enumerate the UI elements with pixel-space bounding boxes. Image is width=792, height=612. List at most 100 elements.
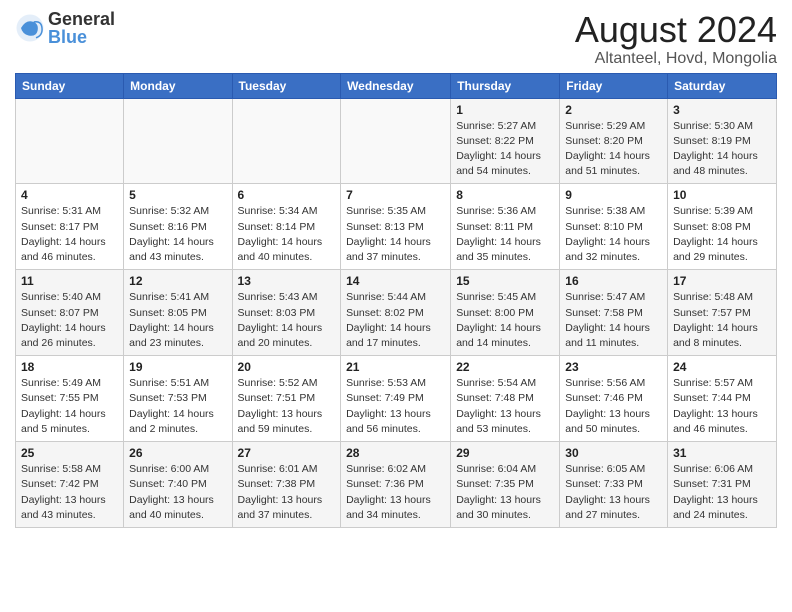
day-info: Sunrise: 6:02 AMSunset: 7:36 PMDaylight:… <box>346 462 445 523</box>
day-info: Sunrise: 5:31 AMSunset: 8:17 PMDaylight:… <box>21 204 118 265</box>
day-number: 4 <box>21 188 118 202</box>
day-info: Sunrise: 5:48 AMSunset: 7:57 PMDaylight:… <box>673 290 771 351</box>
calendar-week-1: 4 Sunrise: 5:31 AMSunset: 8:17 PMDaylight… <box>16 184 777 270</box>
day-number: 15 <box>456 274 554 288</box>
calendar-cell: 9 Sunrise: 5:38 AMSunset: 8:10 PMDaylight… <box>560 184 668 270</box>
day-number: 27 <box>238 446 336 460</box>
header-wednesday: Wednesday <box>341 73 451 98</box>
header-friday: Friday <box>560 73 668 98</box>
day-number: 7 <box>346 188 445 202</box>
title-block: August 2024 Altanteel, Hovd, Mongolia <box>575 10 777 68</box>
day-info: Sunrise: 6:05 AMSunset: 7:33 PMDaylight:… <box>565 462 662 523</box>
calendar-cell: 19 Sunrise: 5:51 AMSunset: 7:53 PMDayligh… <box>124 356 232 442</box>
day-number: 2 <box>565 103 662 117</box>
logo-icon <box>15 13 45 43</box>
calendar-week-0: 1 Sunrise: 5:27 AMSunset: 8:22 PMDaylight… <box>16 98 777 184</box>
day-info: Sunrise: 5:54 AMSunset: 7:48 PMDaylight:… <box>456 376 554 437</box>
day-info: Sunrise: 6:06 AMSunset: 7:31 PMDaylight:… <box>673 462 771 523</box>
calendar-cell: 27 Sunrise: 6:01 AMSunset: 7:38 PMDayligh… <box>232 442 341 528</box>
logo-blue: Blue <box>48 28 115 46</box>
day-info: Sunrise: 5:40 AMSunset: 8:07 PMDaylight:… <box>21 290 118 351</box>
day-number: 1 <box>456 103 554 117</box>
day-number: 25 <box>21 446 118 460</box>
day-number: 23 <box>565 360 662 374</box>
calendar-table: Sunday Monday Tuesday Wednesday Thursday… <box>15 73 777 528</box>
day-info: Sunrise: 5:27 AMSunset: 8:22 PMDaylight:… <box>456 119 554 180</box>
day-number: 28 <box>346 446 445 460</box>
day-number: 20 <box>238 360 336 374</box>
day-info: Sunrise: 5:35 AMSunset: 8:13 PMDaylight:… <box>346 204 445 265</box>
calendar-week-3: 18Sunrise: 5:49 AMSunset: 7:55 PMDayligh… <box>16 356 777 442</box>
day-number: 10 <box>673 188 771 202</box>
day-info: Sunrise: 5:34 AMSunset: 8:14 PMDaylight:… <box>238 204 336 265</box>
calendar-cell: 20 Sunrise: 5:52 AMSunset: 7:51 PMDayligh… <box>232 356 341 442</box>
day-number: 13 <box>238 274 336 288</box>
day-info: Sunrise: 5:56 AMSunset: 7:46 PMDaylight:… <box>565 376 662 437</box>
day-number: 14 <box>346 274 445 288</box>
calendar-cell: 15 Sunrise: 5:45 AMSunset: 8:00 PMDayligh… <box>451 270 560 356</box>
day-info: Sunrise: 5:32 AMSunset: 8:16 PMDaylight:… <box>129 204 226 265</box>
day-info: Sunrise: 5:43 AMSunset: 8:03 PMDaylight:… <box>238 290 336 351</box>
day-info: Sunrise: 6:01 AMSunset: 7:38 PMDaylight:… <box>238 462 336 523</box>
day-info: Sunrise: 5:58 AMSunset: 7:42 PMDaylight:… <box>21 462 118 523</box>
day-info: Sunrise: 5:36 AMSunset: 8:11 PMDaylight:… <box>456 204 554 265</box>
day-number: 22 <box>456 360 554 374</box>
calendar-cell: 16 Sunrise: 5:47 AMSunset: 7:58 PMDayligh… <box>560 270 668 356</box>
calendar-cell <box>124 98 232 184</box>
calendar-cell: 7 Sunrise: 5:35 AMSunset: 8:13 PMDaylight… <box>341 184 451 270</box>
calendar-cell: 12Sunrise: 5:41 AMSunset: 8:05 PMDayligh… <box>124 270 232 356</box>
day-info: Sunrise: 5:41 AMSunset: 8:05 PMDaylight:… <box>129 290 226 351</box>
day-number: 31 <box>673 446 771 460</box>
header-thursday: Thursday <box>451 73 560 98</box>
day-info: Sunrise: 5:52 AMSunset: 7:51 PMDaylight:… <box>238 376 336 437</box>
calendar-week-4: 25 Sunrise: 5:58 AMSunset: 7:42 PMDayligh… <box>16 442 777 528</box>
day-info: Sunrise: 5:29 AMSunset: 8:20 PMDaylight:… <box>565 119 662 180</box>
day-number: 19 <box>129 360 226 374</box>
calendar-cell: 25 Sunrise: 5:58 AMSunset: 7:42 PMDayligh… <box>16 442 124 528</box>
header-tuesday: Tuesday <box>232 73 341 98</box>
calendar-cell: 5 Sunrise: 5:32 AMSunset: 8:16 PMDaylight… <box>124 184 232 270</box>
calendar-cell <box>232 98 341 184</box>
day-number: 5 <box>129 188 226 202</box>
day-number: 8 <box>456 188 554 202</box>
header-sunday: Sunday <box>16 73 124 98</box>
calendar-cell: 10Sunrise: 5:39 AMSunset: 8:08 PMDayligh… <box>668 184 777 270</box>
day-info: Sunrise: 6:00 AMSunset: 7:40 PMDaylight:… <box>129 462 226 523</box>
header: General Blue August 2024 Altanteel, Hovd… <box>15 10 777 68</box>
day-info: Sunrise: 5:49 AMSunset: 7:55 PMDaylight:… <box>21 376 118 437</box>
day-info: Sunrise: 5:47 AMSunset: 7:58 PMDaylight:… <box>565 290 662 351</box>
calendar-cell: 31 Sunrise: 6:06 AMSunset: 7:31 PMDayligh… <box>668 442 777 528</box>
day-info: Sunrise: 5:45 AMSunset: 8:00 PMDaylight:… <box>456 290 554 351</box>
calendar-cell: 28 Sunrise: 6:02 AMSunset: 7:36 PMDayligh… <box>341 442 451 528</box>
page-container: General Blue August 2024 Altanteel, Hovd… <box>0 0 792 538</box>
calendar-cell: 29Sunrise: 6:04 AMSunset: 7:35 PMDayligh… <box>451 442 560 528</box>
calendar-cell: 3 Sunrise: 5:30 AMSunset: 8:19 PMDaylight… <box>668 98 777 184</box>
logo-text: General Blue <box>48 10 115 46</box>
day-number: 16 <box>565 274 662 288</box>
header-monday: Monday <box>124 73 232 98</box>
calendar-cell: 4 Sunrise: 5:31 AMSunset: 8:17 PMDaylight… <box>16 184 124 270</box>
day-info: Sunrise: 5:57 AMSunset: 7:44 PMDaylight:… <box>673 376 771 437</box>
day-number: 21 <box>346 360 445 374</box>
calendar-cell: 14 Sunrise: 5:44 AMSunset: 8:02 PMDayligh… <box>341 270 451 356</box>
calendar-cell: 2 Sunrise: 5:29 AMSunset: 8:20 PMDaylight… <box>560 98 668 184</box>
day-number: 6 <box>238 188 336 202</box>
calendar-cell: 21Sunrise: 5:53 AMSunset: 7:49 PMDayligh… <box>341 356 451 442</box>
weekday-header-row: Sunday Monday Tuesday Wednesday Thursday… <box>16 73 777 98</box>
day-info: Sunrise: 5:38 AMSunset: 8:10 PMDaylight:… <box>565 204 662 265</box>
day-number: 24 <box>673 360 771 374</box>
calendar-cell <box>16 98 124 184</box>
calendar-cell: 30 Sunrise: 6:05 AMSunset: 7:33 PMDayligh… <box>560 442 668 528</box>
calendar-cell: 22 Sunrise: 5:54 AMSunset: 7:48 PMDayligh… <box>451 356 560 442</box>
day-number: 3 <box>673 103 771 117</box>
day-info: Sunrise: 5:30 AMSunset: 8:19 PMDaylight:… <box>673 119 771 180</box>
day-number: 17 <box>673 274 771 288</box>
calendar-cell: 11Sunrise: 5:40 AMSunset: 8:07 PMDayligh… <box>16 270 124 356</box>
day-info: Sunrise: 5:44 AMSunset: 8:02 PMDaylight:… <box>346 290 445 351</box>
day-number: 30 <box>565 446 662 460</box>
header-saturday: Saturday <box>668 73 777 98</box>
day-info: Sunrise: 5:51 AMSunset: 7:53 PMDaylight:… <box>129 376 226 437</box>
calendar-cell: 18Sunrise: 5:49 AMSunset: 7:55 PMDayligh… <box>16 356 124 442</box>
logo: General Blue <box>15 10 115 46</box>
day-number: 9 <box>565 188 662 202</box>
